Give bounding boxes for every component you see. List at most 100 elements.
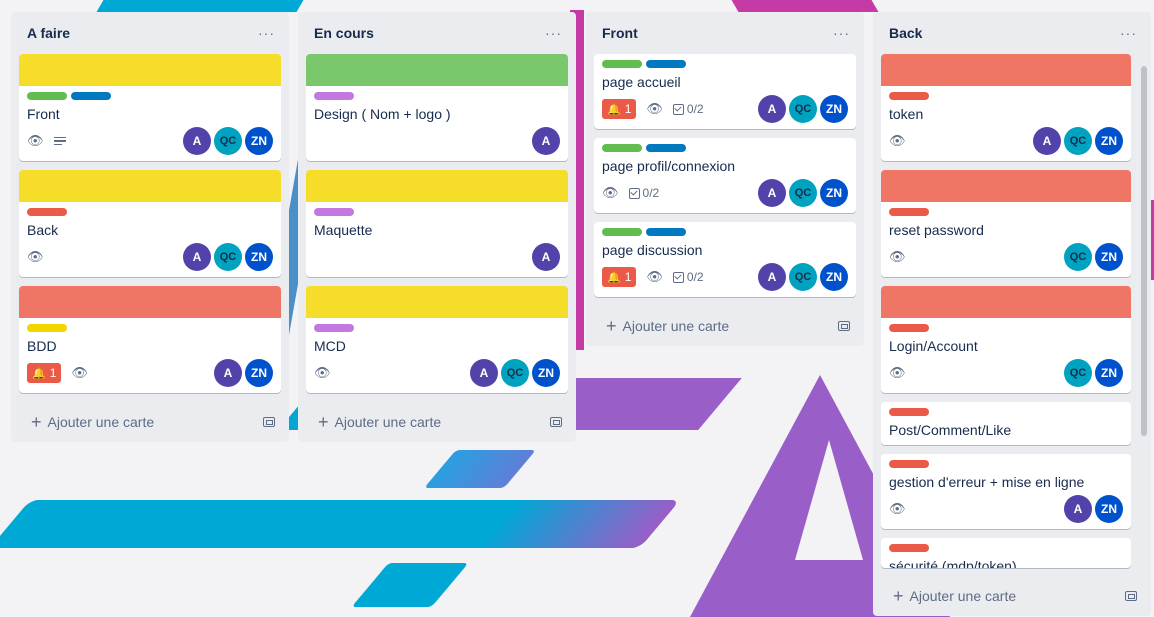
label-red[interactable] [889, 408, 929, 416]
list-menu-icon[interactable]: ··· [833, 25, 850, 41]
avatar[interactable]: ZN [532, 359, 560, 387]
avatar[interactable]: A [470, 359, 498, 387]
avatar[interactable]: ZN [245, 359, 273, 387]
card-template-icon[interactable] [263, 417, 275, 427]
avatar[interactable]: ZN [820, 95, 848, 123]
card-token[interactable]: token 👁 A QC ZN [881, 54, 1131, 161]
bell-icon: 🔔 [607, 103, 621, 116]
avatar[interactable]: ZN [1095, 243, 1123, 271]
card-login-account[interactable]: Login/Account 👁 QC ZN [881, 286, 1131, 393]
avatar[interactable]: ZN [820, 179, 848, 207]
avatar[interactable]: A [758, 179, 786, 207]
label-purple[interactable] [314, 324, 354, 332]
label-green[interactable] [602, 144, 642, 152]
list-title[interactable]: Back [889, 25, 922, 41]
card-template-icon[interactable] [550, 417, 562, 427]
avatar[interactable]: QC [214, 127, 242, 155]
avatar[interactable]: QC [789, 263, 817, 291]
avatar[interactable]: ZN [245, 127, 273, 155]
card-gestion-erreur[interactable]: gestion d'erreur + mise en ligne 👁 A ZN [881, 454, 1131, 529]
avatar[interactable]: A [532, 127, 560, 155]
add-card-label: Ajouter une carte [47, 414, 155, 430]
label-blue[interactable] [71, 92, 111, 100]
card-template-icon[interactable] [838, 321, 850, 331]
avatar[interactable]: QC [789, 95, 817, 123]
avatar[interactable]: A [532, 243, 560, 271]
label-purple[interactable] [314, 92, 354, 100]
label-red[interactable] [27, 208, 67, 216]
add-card-button[interactable]: + Ajouter une carte [586, 306, 864, 346]
card-securite[interactable]: sécurité (mdp/token) [881, 538, 1131, 568]
label-purple[interactable] [314, 208, 354, 216]
card-page-accueil[interactable]: page accueil 🔔 1 👁 0/2 A QC ZN [594, 54, 856, 129]
eye-icon: 👁 [27, 249, 44, 264]
card-members: A ZN [1064, 495, 1123, 523]
list-header[interactable]: Back ··· [873, 12, 1151, 54]
avatar[interactable]: A [214, 359, 242, 387]
avatar[interactable]: ZN [1095, 127, 1123, 155]
label-red[interactable] [889, 544, 929, 552]
avatar[interactable]: A [1033, 127, 1061, 155]
label-yellow[interactable] [27, 324, 67, 332]
list-title[interactable]: A faire [27, 25, 70, 41]
card-title: MCD [314, 338, 346, 354]
label-red[interactable] [889, 92, 929, 100]
card-mcd[interactable]: MCD 👁 A QC ZN [306, 286, 568, 393]
avatar[interactable]: A [183, 127, 211, 155]
label-red[interactable] [889, 460, 929, 468]
card-post-comment-like[interactable]: Post/Comment/Like [881, 402, 1131, 445]
avatar[interactable]: ZN [820, 263, 848, 291]
card-page-profil[interactable]: page profil/connexion 👁 0/2 A QC ZN [594, 138, 856, 213]
list-menu-icon[interactable]: ··· [545, 25, 562, 41]
label-green[interactable] [602, 228, 642, 236]
card-labels [27, 92, 273, 100]
add-card-button[interactable]: + Ajouter une carte [873, 576, 1151, 616]
add-card-label: Ajouter une carte [622, 318, 730, 334]
card-front[interactable]: Front 👁 A QC ZN [19, 54, 281, 161]
avatar[interactable]: QC [501, 359, 529, 387]
add-card-button[interactable]: + Ajouter une carte [11, 402, 289, 442]
list-menu-icon[interactable]: ··· [258, 25, 275, 41]
label-blue[interactable] [646, 144, 686, 152]
list-title[interactable]: En cours [314, 25, 374, 41]
label-red[interactable] [889, 208, 929, 216]
avatar[interactable]: ZN [1095, 359, 1123, 387]
eye-icon: 👁 [889, 249, 906, 264]
plus-icon: + [893, 586, 904, 606]
card-title: page discussion [602, 242, 703, 258]
card-bdd[interactable]: BDD 🔔 1 👁 A ZN [19, 286, 281, 393]
avatar[interactable]: ZN [245, 243, 273, 271]
list-header[interactable]: A faire ··· [11, 12, 289, 54]
card-back[interactable]: Back 👁 A QC ZN [19, 170, 281, 277]
card-template-icon[interactable] [1125, 591, 1137, 601]
card-maquette[interactable]: Maquette A [306, 170, 568, 277]
card-reset-password[interactable]: reset password 👁 QC ZN [881, 170, 1131, 277]
avatar[interactable]: A [183, 243, 211, 271]
add-card-button[interactable]: + Ajouter une carte [298, 402, 576, 442]
list-header[interactable]: En cours ··· [298, 12, 576, 54]
label-red[interactable] [889, 324, 929, 332]
card-page-discussion[interactable]: page discussion 🔔 1 👁 0/2 A QC ZN [594, 222, 856, 297]
card-cover [881, 286, 1131, 318]
avatar[interactable]: A [1064, 495, 1092, 523]
avatar[interactable]: QC [1064, 127, 1092, 155]
avatar[interactable]: ZN [1095, 495, 1123, 523]
avatar[interactable]: QC [1064, 243, 1092, 271]
card-labels [314, 324, 560, 332]
avatar[interactable]: A [758, 263, 786, 291]
avatar[interactable]: QC [214, 243, 242, 271]
plus-icon: + [31, 412, 42, 432]
label-blue[interactable] [646, 60, 686, 68]
avatar[interactable]: QC [789, 179, 817, 207]
label-green[interactable] [27, 92, 67, 100]
label-blue[interactable] [646, 228, 686, 236]
card-design[interactable]: Design ( Nom + logo ) A [306, 54, 568, 161]
list-en-cours: En cours ··· Design ( Nom + logo ) A Maq… [298, 12, 576, 442]
list-scrollbar[interactable] [1141, 66, 1147, 436]
avatar[interactable]: QC [1064, 359, 1092, 387]
list-header[interactable]: Front ··· [586, 12, 864, 54]
avatar[interactable]: A [758, 95, 786, 123]
label-green[interactable] [602, 60, 642, 68]
list-title[interactable]: Front [602, 25, 638, 41]
list-menu-icon[interactable]: ··· [1120, 25, 1137, 41]
